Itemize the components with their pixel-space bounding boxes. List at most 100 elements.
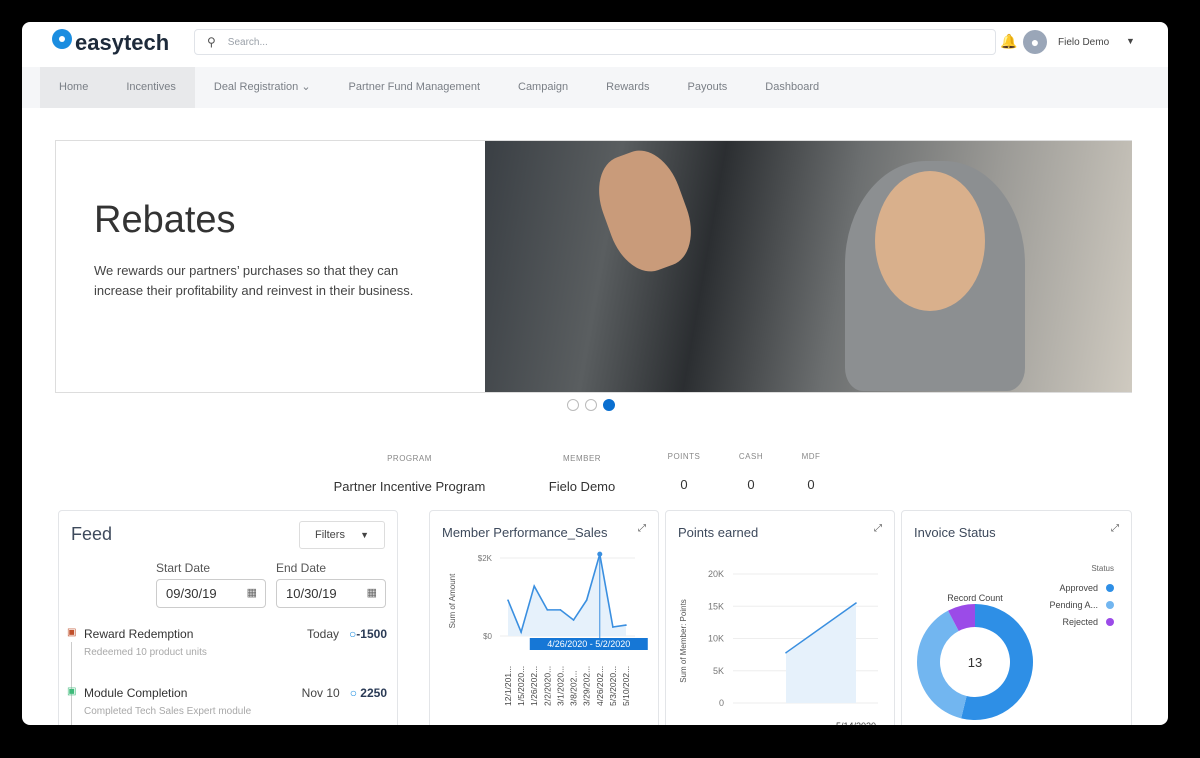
- y-tick-label: $2K: [478, 554, 493, 563]
- search-placeholder: Search...: [227, 36, 268, 48]
- y-tick-label: 0: [719, 698, 724, 708]
- nav-bar: Home Incentives Deal Registration ⌄ Part…: [22, 67, 1168, 108]
- hero-banner: Rebates We rewards our partners’ purchas…: [55, 140, 1132, 393]
- stat-label: MDF: [801, 452, 821, 461]
- feed-item-name: Reward Redemption: [84, 627, 194, 641]
- data-point: [625, 624, 627, 626]
- y-tick-label: $0: [483, 632, 492, 641]
- start-date-input[interactable]: 09/30/19 ▦: [156, 579, 266, 608]
- legend-marker: [1106, 584, 1114, 592]
- invoice-donut-chart: Record Count 13 Status Approved Pending A...…: [917, 564, 1114, 720]
- user-name[interactable]: Fielo Demo: [1058, 37, 1109, 48]
- invoice-status-card: Invoice Status ⤢ Record Count 13 Status App…: [901, 510, 1132, 725]
- expand-icon[interactable]: ⤢: [1111, 523, 1119, 534]
- stat-program: PROGRAM Partner Incentive Program: [322, 454, 497, 494]
- stat-value: 0: [747, 477, 755, 492]
- nav-payouts[interactable]: Payouts: [669, 67, 747, 108]
- nav-dashboard[interactable]: Dashboard: [746, 67, 838, 108]
- x-tick-label: 4/26/202...: [595, 666, 605, 706]
- x-tick-label: 5/14/2020: [836, 721, 876, 725]
- stat-value: 0: [807, 477, 815, 492]
- end-date-input[interactable]: 10/30/19 ▦: [276, 579, 386, 608]
- stat-label: POINTS: [667, 452, 701, 461]
- nav-incentives[interactable]: Incentives: [107, 67, 195, 108]
- legend-marker: [1106, 601, 1114, 609]
- start-date-label: Start Date: [156, 561, 211, 575]
- stat-value: Partner Incentive Program: [333, 479, 486, 494]
- legend-marker: [1106, 618, 1114, 626]
- points-earned-card: Points earned ⤢ Sum of Member: Points 0 5K…: [665, 510, 895, 725]
- y-tick-label: 15K: [708, 601, 724, 611]
- data-point: [559, 609, 562, 611]
- carousel-dot[interactable]: [567, 399, 579, 411]
- stat-label: CASH: [738, 452, 764, 461]
- stat-value: Fielo Demo: [548, 479, 616, 494]
- chart-title: Points earned: [678, 525, 759, 540]
- feed-item-points: 2250: [360, 686, 387, 700]
- y-tick-label: 10K: [708, 634, 724, 644]
- sales-line-chart: Sum of Amount $2K $0 12/1/201... 1/5/2020...…: [448, 551, 648, 706]
- expand-icon[interactable]: ⤢: [638, 523, 646, 534]
- legend-label: Pending A...: [1049, 600, 1098, 610]
- timeline-line: [71, 642, 72, 725]
- carousel-dot[interactable]: [585, 399, 597, 411]
- carousel-dot-active[interactable]: [603, 399, 615, 411]
- start-date-value: 09/30/19: [166, 586, 217, 601]
- x-tick-label: 5/10/202...: [621, 666, 631, 706]
- nav-partner-fund-management[interactable]: Partner Fund Management: [330, 67, 499, 108]
- x-tick-label: 1/5/2020...: [516, 666, 526, 706]
- filters-label: Filters: [315, 529, 345, 541]
- tooltip-text: 4/26/2020 - 5/2/2020: [547, 639, 630, 649]
- bell-icon[interactable]: 🔔: [1000, 33, 1017, 50]
- feed-item-meta: Today ○-1500: [307, 627, 387, 641]
- data-point: [546, 609, 549, 611]
- x-tick-label: 5/3/2020...: [608, 666, 618, 706]
- x-tick-label: 12/1/201...: [503, 666, 513, 706]
- data-point: [585, 599, 588, 601]
- data-point: [533, 585, 536, 587]
- header: easytech ⚲ Search... 🔔 ● Fielo Demo ▼: [22, 22, 1168, 67]
- hero-title: Rebates: [94, 199, 236, 241]
- nav-label: Deal Registration: [213, 81, 299, 93]
- x-tick-label: -: [785, 721, 788, 725]
- stat-points: POINTS 0: [654, 452, 714, 492]
- nav-home[interactable]: Home: [40, 67, 108, 108]
- nav-campaign[interactable]: Campaign: [499, 67, 587, 108]
- legend-label: Approved: [1059, 583, 1098, 593]
- search-input[interactable]: ⚲ Search...: [194, 29, 996, 55]
- app-window: easytech ⚲ Search... 🔔 ● Fielo Demo ▼ Hom…: [22, 22, 1168, 725]
- stat-cash: CASH 0: [721, 452, 781, 492]
- total-value: 13: [968, 655, 982, 670]
- member-performance-card: Member Performance_Sales ⤢ Sum of Amount…: [429, 510, 659, 725]
- carousel-indicators: [567, 399, 615, 411]
- feed-item-date: Today: [307, 627, 340, 641]
- chart-title: Invoice Status: [914, 525, 996, 540]
- y-tick-label: 20K: [708, 569, 724, 579]
- chevron-down-icon[interactable]: ▼: [1126, 36, 1135, 46]
- stat-member: MEMBER Fielo Demo: [532, 454, 632, 494]
- feed-item-desc: Completed Tech Sales Expert module: [84, 706, 252, 717]
- calendar-icon[interactable]: ▦: [367, 580, 377, 607]
- data-point: [785, 651, 787, 654]
- search-icon: ⚲: [207, 35, 216, 49]
- legend-title: Status: [1091, 564, 1114, 573]
- x-tick-label: 3/1/2020...: [555, 666, 565, 706]
- expand-icon[interactable]: ⤢: [874, 523, 882, 534]
- avatar[interactable]: ●: [1023, 30, 1047, 54]
- calendar-icon[interactable]: ▦: [247, 580, 257, 607]
- data-point: [507, 599, 509, 601]
- hero-text: We rewards our partners’ purchases so th…: [94, 263, 414, 298]
- logo[interactable]: easytech: [52, 29, 169, 56]
- data-point: [855, 602, 857, 604]
- y-axis-label: Sum of Member: Points: [679, 599, 688, 683]
- nav-deal-registration[interactable]: Deal Registration ⌄: [195, 67, 330, 108]
- feed-card: Feed Filters ▼ Start Date 09/30/19 ▦ End D…: [58, 510, 398, 725]
- caret-down-icon: ▼: [360, 530, 369, 540]
- filters-button[interactable]: Filters ▼: [299, 521, 385, 549]
- data-point: [572, 619, 575, 621]
- points-area-chart: Sum of Member: Points 0 5K 10K 15K 20K - 5/14/2…: [679, 569, 878, 725]
- nav-rewards[interactable]: Rewards: [587, 67, 668, 108]
- x-tick-label: 1/26/202...: [529, 666, 539, 706]
- x-tick-label: 3/8/202...: [569, 671, 579, 706]
- area-fill: [786, 603, 856, 703]
